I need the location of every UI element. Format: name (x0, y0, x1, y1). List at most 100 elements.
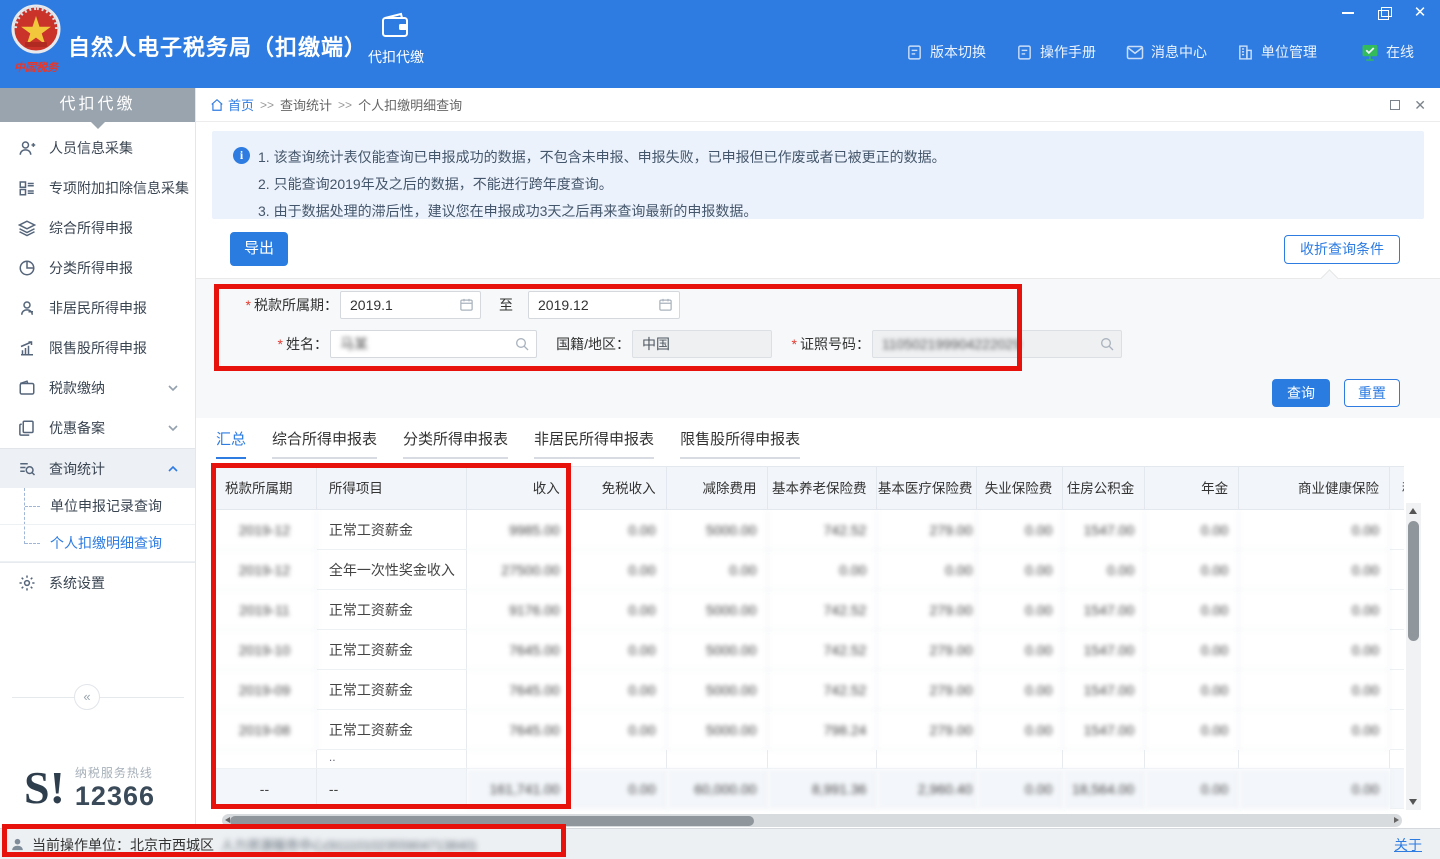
sidebar-item-comprehensive-income[interactable]: 综合所得申报 (0, 208, 195, 248)
panel-maximize-button[interactable] (1390, 100, 1400, 110)
calendar-icon[interactable] (658, 297, 673, 312)
breadcrumb-home[interactable]: 首页 (210, 95, 254, 114)
name-input[interactable]: 马某 (330, 330, 537, 358)
search-icon[interactable] (1099, 336, 1115, 352)
bar-chart-icon (18, 339, 36, 357)
column-header: 年金 (1145, 467, 1239, 510)
tab-nonresident-income[interactable]: 非居民所得申报表 (534, 428, 654, 459)
table-cell: 0.00 (1145, 769, 1239, 809)
sidebar-item-special-deduction[interactable]: 专项附加扣除信息采集 (0, 168, 195, 208)
column-header: 住房公积金 (1063, 467, 1145, 510)
menu-label: 单位管理 (1261, 42, 1317, 62)
reset-button[interactable]: 重置 (1344, 379, 1400, 407)
table-cell-partial (1390, 630, 1404, 670)
hotline-mark: S! (24, 765, 65, 811)
window-minimize-button[interactable] (1340, 6, 1356, 20)
online-status[interactable]: 在线 (1361, 42, 1414, 62)
sidebar-item-label: 非居民所得申报 (49, 298, 147, 318)
sidebar-subitem-personal-withholding-query[interactable]: 个人扣缴明细查询 (0, 525, 195, 562)
sidebar-item-personnel-info[interactable]: 人员信息采集 (0, 128, 195, 168)
menu-label: 版本切换 (930, 42, 986, 62)
table-row: 2019-09正常工资薪金7645.000.005000.00742.52279… (213, 670, 1404, 710)
table-cell: -- (317, 769, 467, 809)
tab-comprehensive-income[interactable]: 综合所得申报表 (272, 428, 377, 459)
horizontal-scrollbar[interactable] (222, 814, 1402, 827)
table-cell (1239, 750, 1390, 769)
sidebar-item-label: 限售股所得申报 (49, 338, 147, 358)
table-cell: 2019-09 (213, 670, 317, 710)
app-header: 中国税务 自然人电子税务局（扣缴端） 代扣代缴 版本切换 操作手册 消息中心 单… (0, 0, 1440, 88)
column-header: 减除费用 (667, 467, 768, 510)
module-tab-daikoudaijiao[interactable]: 代扣代缴 (352, 12, 440, 67)
period-to-input[interactable]: 2019.12 (528, 291, 680, 319)
vertical-scrollbar[interactable] (1406, 503, 1421, 810)
column-header: 所得项目 (317, 467, 467, 510)
table-cell: 60,000.00 (667, 769, 768, 809)
home-icon (210, 98, 224, 112)
period-from-input[interactable]: 2019.1 (340, 291, 481, 319)
table-cell: 279.00 (877, 630, 977, 670)
scroll-up-arrow[interactable] (1409, 508, 1417, 514)
menu-manual[interactable]: 操作手册 (1016, 42, 1096, 62)
panel-controls: ✕ (1390, 97, 1426, 113)
table-cell: 279.00 (877, 710, 977, 750)
export-button[interactable]: 导出 (230, 232, 288, 266)
window-close-button[interactable]: ✕ (1412, 6, 1428, 20)
panel-close-button[interactable]: ✕ (1414, 97, 1426, 113)
menu-message-center[interactable]: 消息中心 (1126, 42, 1207, 62)
horizontal-scroll-thumb[interactable] (230, 816, 754, 826)
table-cell: .. (317, 750, 467, 769)
calendar-icon[interactable] (459, 297, 474, 312)
sidebar-item-system-settings[interactable]: 系统设置 (0, 562, 195, 602)
about-link[interactable]: 关于 (1394, 835, 1422, 855)
sidebar-item-tax-payment[interactable]: 税款缴纳 (0, 368, 195, 408)
layers-icon (18, 219, 36, 237)
vertical-scroll-thumb[interactable] (1408, 521, 1419, 641)
sidebar-header: 代扣代缴 (0, 88, 195, 122)
tab-restricted-stock[interactable]: 限售股所得申报表 (680, 428, 800, 459)
table-cell: 27500.00 (467, 550, 571, 590)
table-cell: 18,564.00 (1063, 769, 1145, 809)
id-number-input: 110502199904222029 (872, 330, 1122, 358)
scroll-down-arrow[interactable] (1409, 799, 1417, 805)
search-icon[interactable] (514, 336, 530, 352)
main-content: 首页 >> 查询统计 >> 个人扣缴明细查询 ✕ i 1. 该查询统计表仅能查询… (196, 88, 1440, 828)
tab-classified-income[interactable]: 分类所得申报表 (403, 428, 508, 459)
sidebar-collapse-button[interactable]: « (74, 684, 100, 710)
chevron-down-icon (167, 382, 179, 394)
column-header: 基本医疗保险费 (877, 467, 977, 510)
table-cell: 0.00 (1239, 769, 1390, 809)
table-cell: 7645.00 (467, 670, 571, 710)
table-cell (1145, 750, 1239, 769)
scroll-right-arrow[interactable] (1394, 817, 1399, 823)
table-body: 2019-12正常工资薪金9985.000.005000.00742.52279… (212, 510, 1404, 809)
menu-version-switch[interactable]: 版本切换 (906, 42, 986, 62)
sidebar-item-nonresident-income[interactable]: 非居民所得申报 (0, 288, 195, 328)
sidebar-item-restricted-stock[interactable]: 限售股所得申报 (0, 328, 195, 368)
sidebar-item-preferential-filing[interactable]: 优惠备案 (0, 408, 195, 448)
table-cell: 279.00 (877, 670, 977, 710)
table-cell: 5000.00 (667, 590, 768, 630)
sidebar-item-classified-income[interactable]: 分类所得申报 (0, 248, 195, 288)
fold-query-button[interactable]: 收折查询条件 (1284, 235, 1400, 264)
sidebar-item-label: 人员信息采集 (49, 138, 133, 158)
sidebar-subitem-unit-declare-query[interactable]: 单位申报记录查询 (0, 488, 195, 525)
table-cell: 0.00 (1239, 590, 1390, 630)
column-header-partial: 税 (1390, 467, 1404, 510)
sidebar-item-query-statistics[interactable]: 查询统计 (0, 448, 195, 488)
table-cell: 742.52 (768, 510, 878, 550)
table-cell: 0.00 (1145, 550, 1239, 590)
window-restore-button[interactable] (1376, 6, 1392, 20)
table-cell: 0.00 (977, 630, 1063, 670)
tab-summary[interactable]: 汇总 (216, 428, 246, 459)
table-cell: 1547.00 (1063, 710, 1145, 750)
table-cell: 742.52 (768, 670, 878, 710)
table-cell: -- (213, 769, 317, 809)
table-cell: 正常工资薪金 (317, 510, 467, 550)
table-cell-partial (1390, 769, 1404, 809)
menu-unit-management[interactable]: 单位管理 (1237, 42, 1317, 62)
wallet-folder-icon (18, 379, 36, 397)
breadcrumb-item[interactable]: 查询统计 (280, 95, 332, 114)
wallet-icon (381, 12, 411, 38)
search-button[interactable]: 查询 (1272, 379, 1330, 407)
